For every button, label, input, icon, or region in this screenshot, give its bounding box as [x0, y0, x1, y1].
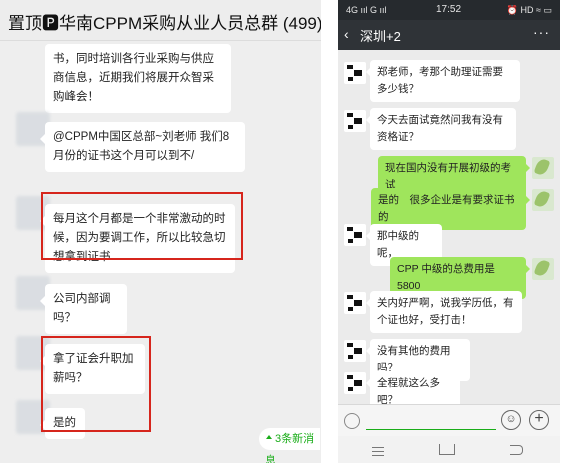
right-message-1: 郑老师，考那个助理证需要多少钱？ [366, 60, 520, 102]
right-message-7: 关内好严啊，说我学历低，有个证也好，受打击！ [366, 291, 522, 333]
status-bar: 4G ııl G ııl 17:52 ⏰ HD ≈ ▭ [338, 0, 560, 20]
avatar [344, 224, 366, 246]
home-icon[interactable] [439, 444, 455, 455]
status-icons: ⏰ HD ≈ ▭ [506, 5, 552, 15]
left-chat-header: 置顶🅿华南CPPM采购从业人员总群 (499) [0, 0, 321, 41]
avatar [344, 110, 366, 132]
left-message-2: @CPPM中国区总部~刘老师 我们8月份的证书这个月可以到不/ [40, 122, 245, 172]
chat-navbar: ‹ 深圳+2 ··· [338, 20, 560, 50]
input-bar: ☺ + [338, 404, 560, 437]
signal-indicator: 4G ııl G ııl [346, 5, 387, 15]
voice-icon[interactable] [344, 413, 360, 429]
more-icon[interactable]: ··· [533, 24, 550, 40]
highlight-box [41, 192, 243, 260]
avatar [344, 292, 366, 314]
avatar [344, 372, 366, 394]
highlight-box [41, 336, 151, 432]
right-chat-screenshot: 4G ııl G ııl 17:52 ⏰ HD ≈ ▭ ‹ 深圳+2 ··· 郑… [338, 0, 560, 463]
avatar-me [532, 258, 554, 280]
avatar-me [532, 157, 554, 179]
back-icon[interactable]: ‹ [344, 26, 349, 42]
status-time: 17:52 [436, 4, 462, 15]
chat-title: 深圳+2 [360, 29, 401, 44]
left-message-4: 公司内部调 吗？ [40, 284, 127, 334]
menu-icon[interactable] [372, 447, 384, 456]
right-message-2: 今天去面试竟然问我有没有资格证？ [366, 108, 516, 150]
arrow-up-icon [266, 435, 272, 439]
new-messages-button[interactable]: 3条新消息 [259, 428, 320, 463]
avatar-me [532, 189, 554, 211]
plus-button[interactable]: + [529, 410, 549, 430]
left-chat-screenshot: 置顶🅿华南CPPM采购从业人员总群 (499) 书，同时培训各行业采购与供应商信… [0, 0, 321, 463]
avatar [344, 340, 366, 362]
system-nav-bar [338, 436, 560, 463]
message-input[interactable] [366, 429, 496, 430]
left-chat-title: 置顶🅿华南CPPM采购从业人员总群 (499) [8, 14, 321, 33]
avatar [344, 62, 366, 84]
left-message-1: 书，同时培训各行业采购与供应商信息，近期我们将展开众智采购峰会！ [45, 44, 231, 113]
emoji-button[interactable]: ☺ [501, 410, 521, 430]
back-nav-icon[interactable] [510, 445, 523, 455]
